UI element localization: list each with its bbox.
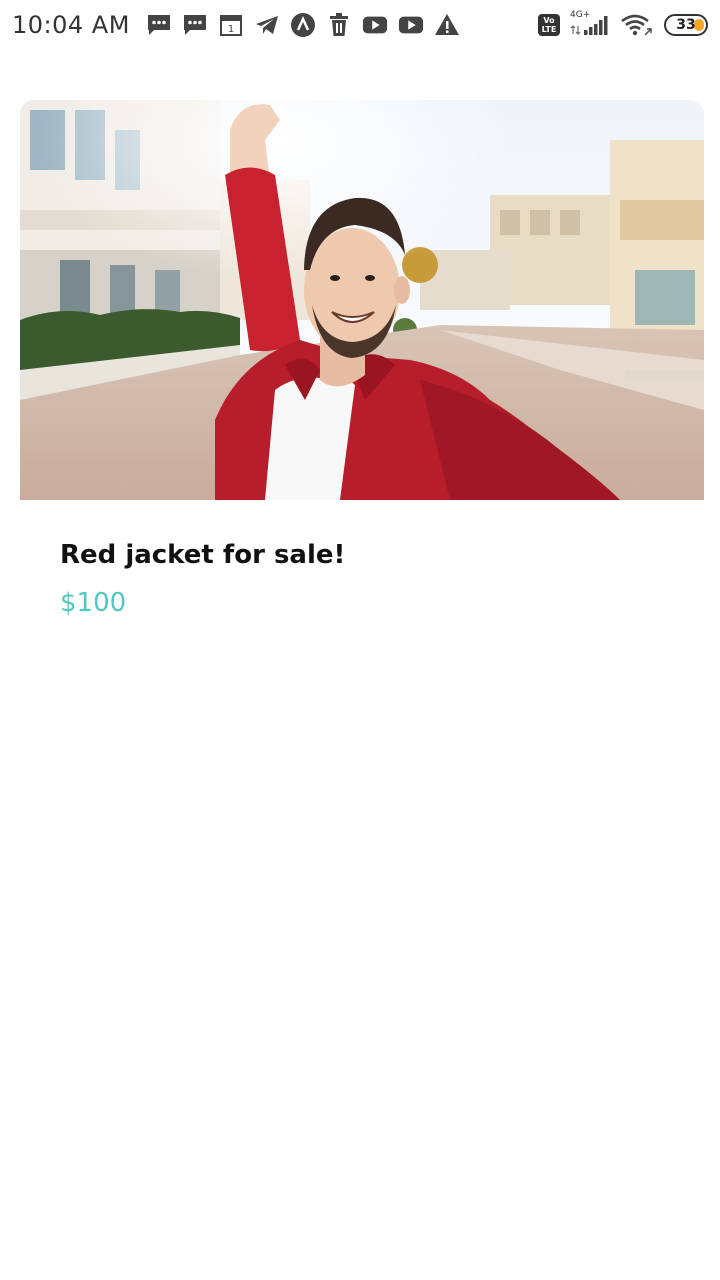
cellular-signal-icon: 4G+	[570, 10, 610, 38]
product-info: Red jacket for sale! $100	[20, 500, 704, 618]
status-bar-left: 10:04 AM 1	[12, 11, 460, 39]
battery-level: 33	[676, 17, 696, 33]
telegram-icon	[254, 12, 280, 38]
volte-icon: Vo LTE	[538, 14, 560, 36]
product-image[interactable]	[20, 100, 704, 500]
warning-icon	[434, 12, 460, 38]
wifi-icon	[620, 12, 654, 38]
status-bar-right: Vo LTE 4G+ 33	[538, 10, 708, 38]
product-card[interactable]: Red jacket for sale! $100	[20, 100, 704, 618]
calendar-icon: 1	[218, 12, 244, 38]
product-price: $100	[60, 588, 127, 618]
status-time: 10:04 AM	[12, 11, 130, 39]
trash-icon	[326, 12, 352, 38]
volte-line1: Vo	[543, 16, 555, 25]
youtube-icon	[398, 12, 424, 38]
svg-text:1: 1	[228, 24, 234, 35]
message-icon	[182, 12, 208, 38]
status-bar: 10:04 AM 1 Vo LTE 4G+ 33	[0, 0, 720, 50]
battery-icon: 33	[664, 14, 708, 36]
app-circle-icon	[290, 12, 316, 38]
product-title: Red jacket for sale!	[60, 540, 346, 570]
youtube-icon	[362, 12, 388, 38]
message-icon	[146, 12, 172, 38]
volte-line2: LTE	[541, 25, 557, 34]
